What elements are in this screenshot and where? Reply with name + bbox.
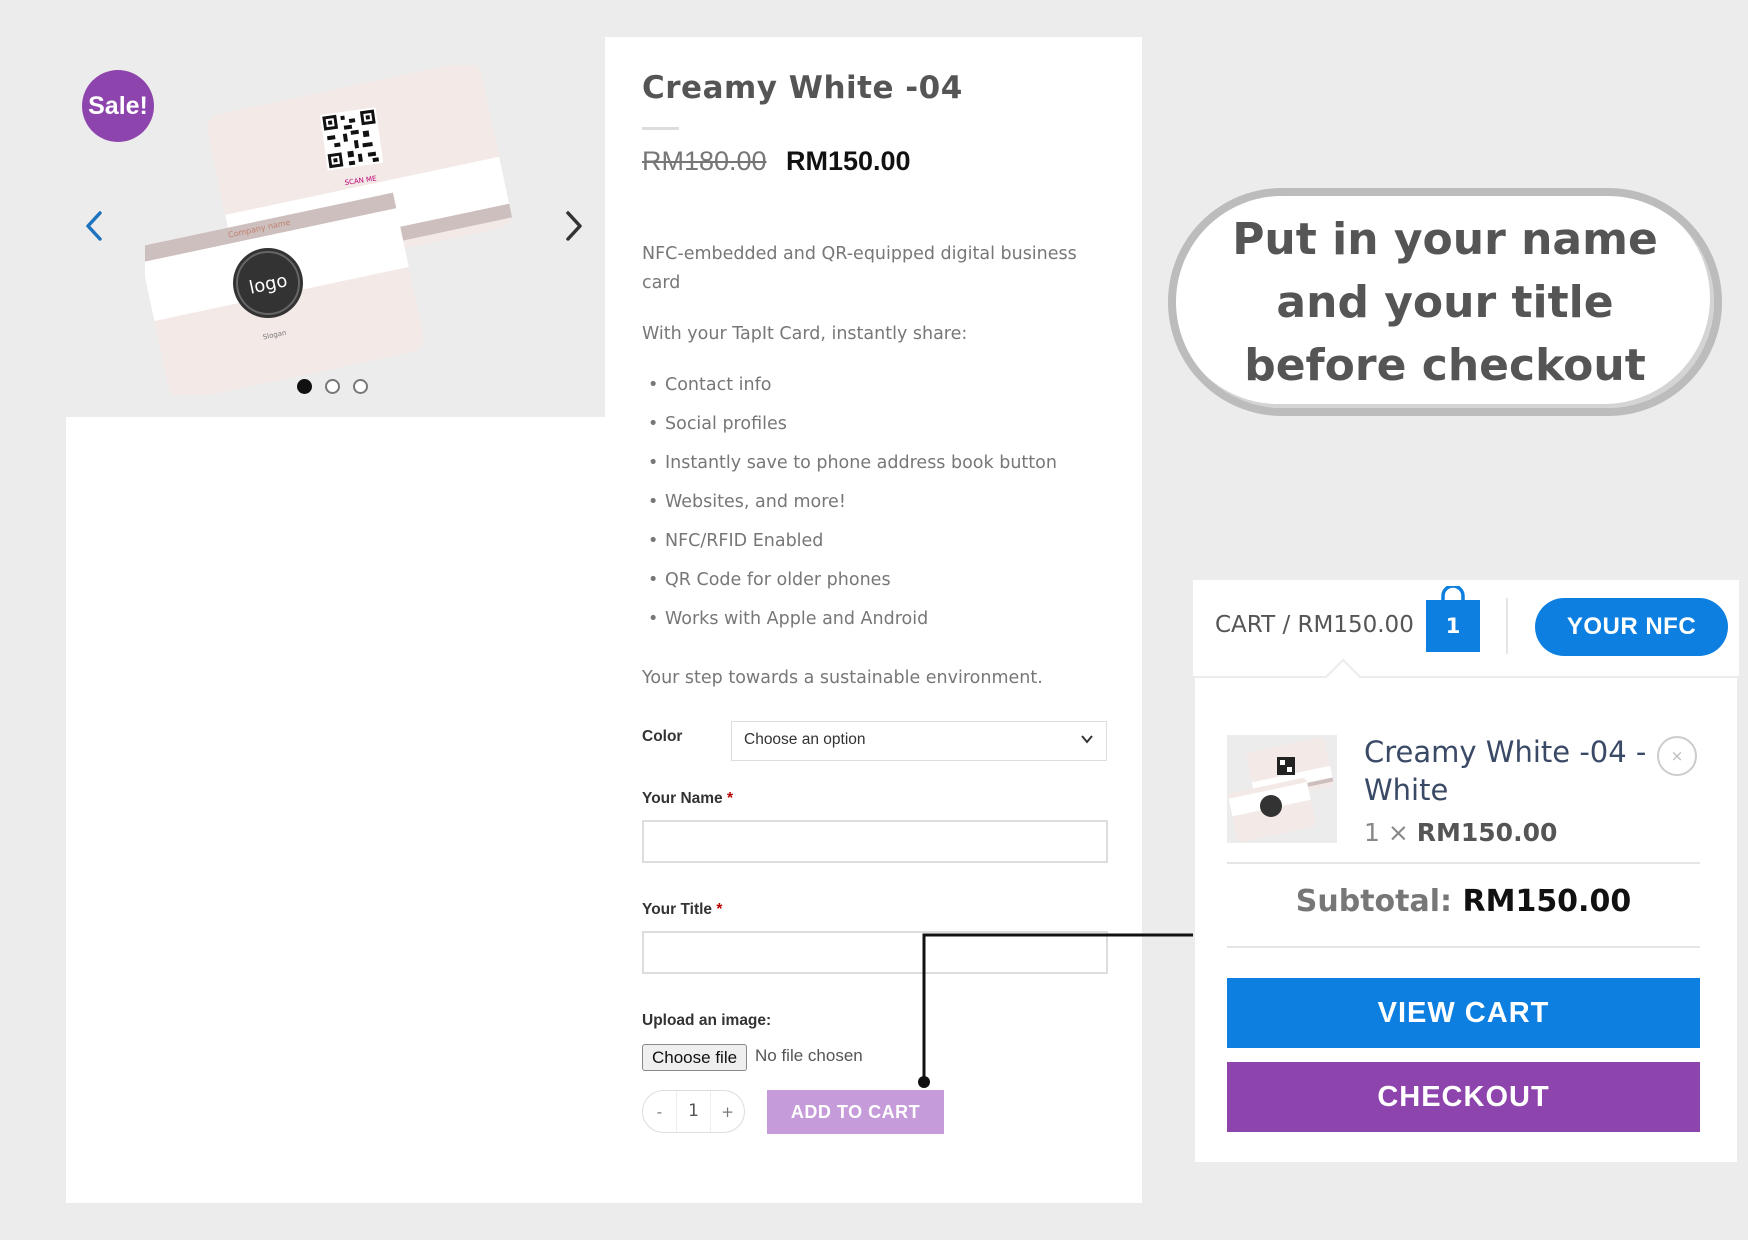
cart-item-thumbnail[interactable] — [1227, 735, 1337, 843]
color-label: Color — [642, 728, 683, 745]
add-to-cart-button[interactable]: ADD TO CART — [767, 1090, 944, 1134]
cart-item-name[interactable]: Creamy White -04 - White — [1364, 733, 1654, 809]
gallery-dot-2[interactable] — [325, 379, 340, 394]
gallery-prev-arrow-icon[interactable] — [78, 205, 112, 247]
cart-separator — [1227, 862, 1700, 864]
feature-item: Works with Apple and Android — [642, 605, 1102, 644]
gallery-pagination — [297, 379, 368, 394]
feature-list: Contact info Social profiles Instantly s… — [642, 371, 1102, 644]
chevron-down-icon — [1081, 735, 1093, 744]
checkout-button[interactable]: CHECKOUT — [1227, 1062, 1700, 1132]
callout-text: Put in your name and your title before c… — [1232, 213, 1658, 391]
header-divider — [1506, 598, 1508, 654]
name-input[interactable] — [642, 820, 1108, 863]
cart-separator — [1227, 946, 1700, 948]
gallery-dot-3[interactable] — [353, 379, 368, 394]
feature-item: Instantly save to phone address book but… — [642, 449, 1102, 488]
qty-plus-button[interactable]: + — [711, 1103, 744, 1121]
qty-input[interactable]: 1 — [676, 1091, 711, 1132]
choose-file-button[interactable]: Choose file — [642, 1044, 748, 1071]
feature-item: Contact info — [642, 371, 1102, 410]
title-input[interactable] — [642, 931, 1108, 974]
product-card-image: SCAN ME Company name logo Slogan — [145, 65, 513, 395]
feature-item: Websites, and more! — [642, 488, 1102, 527]
cart-subtotal: Subtotal: RM150.00 — [1295, 884, 1632, 919]
quantity-stepper: - 1 + — [642, 1090, 745, 1133]
cart-count-badge: 1 — [1445, 614, 1461, 638]
product-title: Creamy White -04 — [642, 70, 963, 106]
gallery-next-arrow-icon[interactable] — [556, 205, 590, 247]
color-select[interactable]: Choose an option — [731, 721, 1107, 761]
product-description: NFC-embedded and QR-equipped digital bus… — [642, 240, 1102, 715]
file-status: No file chosen — [755, 1046, 863, 1065]
share-intro: With your TapIt Card, instantly share: — [642, 324, 968, 344]
price-sale: RM150.00 — [786, 146, 911, 176]
cart-header-label[interactable]: CART / RM150.00 — [1215, 612, 1414, 638]
upload-label: Upload an image: — [642, 1012, 772, 1029]
closing-text: Your step towards a sustainable environm… — [642, 668, 1043, 688]
price-original: RM180.00 — [642, 146, 767, 176]
qty-minus-button[interactable]: - — [643, 1103, 676, 1121]
description-text: NFC-embedded and QR-equipped digital bus… — [642, 244, 1077, 293]
view-cart-button[interactable]: VIEW CART — [1227, 978, 1700, 1048]
subtotal-amount: RM150.00 — [1462, 884, 1632, 919]
cart-item-quantity: 1 × RM150.00 — [1364, 818, 1558, 847]
feature-item: QR Code for older phones — [642, 566, 1102, 605]
title-divider — [642, 127, 679, 130]
title-label: Your Title * — [642, 901, 723, 918]
color-select-value: Choose an option — [744, 731, 866, 748]
your-nfc-button[interactable]: YOUR NFC — [1535, 598, 1728, 656]
feature-item: Social profiles — [642, 410, 1102, 449]
feature-item: NFC/RFID Enabled — [642, 527, 1102, 566]
cart-item-price: RM150.00 — [1416, 818, 1558, 847]
gallery-dot-1[interactable] — [297, 379, 312, 394]
qr-code-icon — [320, 107, 384, 171]
name-label: Your Name * — [642, 790, 734, 807]
remove-item-icon[interactable]: × — [1657, 736, 1697, 776]
sale-badge: Sale! — [82, 70, 154, 142]
instruction-callout: Put in your name and your title before c… — [1168, 188, 1722, 416]
